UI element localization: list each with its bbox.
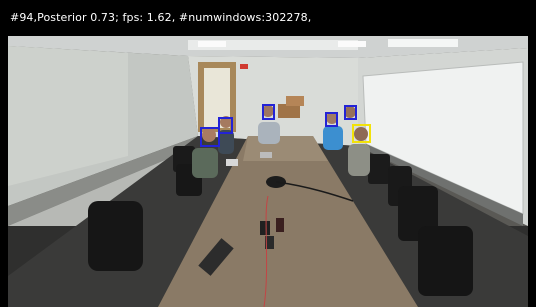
person — [354, 127, 368, 141]
status-text: #94,Posterior 0.73; fps: 1.62, #numwindo… — [10, 11, 312, 24]
person — [323, 126, 343, 150]
chair — [368, 154, 390, 184]
person — [192, 148, 218, 178]
exit-sign — [240, 64, 248, 69]
video-analysis-window: #94,Posterior 0.73; fps: 1.62, #numwindo… — [0, 0, 536, 307]
phone — [276, 218, 284, 232]
conference-room-scene — [8, 36, 528, 307]
chair — [88, 201, 143, 271]
laptop — [260, 152, 272, 158]
person — [202, 128, 216, 142]
laptop — [226, 159, 238, 166]
status-bar: #94,Posterior 0.73; fps: 1.62, #numwindo… — [0, 0, 536, 36]
phone — [260, 221, 270, 235]
ceiling-light — [198, 41, 226, 47]
chair — [418, 226, 473, 296]
video-frame — [8, 36, 528, 307]
ceiling-light — [388, 39, 458, 47]
table-end — [243, 136, 328, 161]
ceiling-light — [338, 41, 366, 47]
person — [258, 122, 280, 144]
cardboard-box — [278, 104, 300, 118]
person — [348, 144, 370, 176]
cardboard-box — [286, 96, 304, 106]
